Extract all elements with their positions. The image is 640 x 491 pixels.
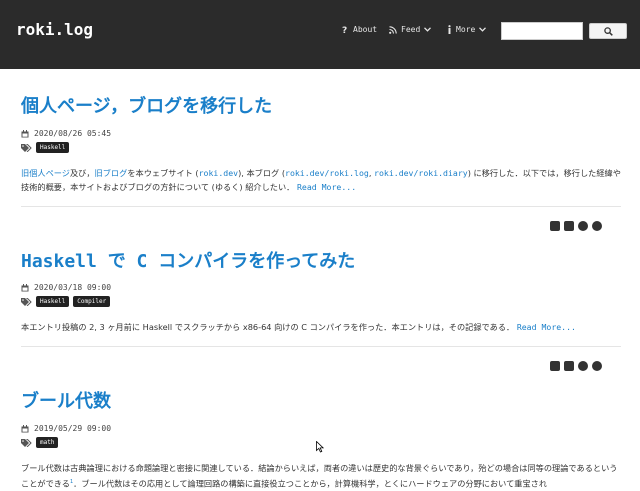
- search-button[interactable]: [589, 23, 627, 39]
- excerpt-link[interactable]: roki.dev/roki.log: [285, 168, 369, 178]
- post-date: 2019/05/29 09:00: [21, 424, 111, 433]
- info-icon: [448, 25, 451, 34]
- twitter-icon[interactable]: [550, 221, 560, 231]
- nav-more-label: More: [456, 25, 476, 34]
- share-buttons: [550, 361, 602, 371]
- nav-more[interactable]: More: [447, 25, 487, 34]
- nav-about[interactable]: ? About: [342, 25, 377, 34]
- search-icon: [603, 26, 613, 36]
- nav-feed[interactable]: Feed: [389, 25, 432, 34]
- post-title[interactable]: Haskell で C コンパイラを作ってみた: [21, 247, 355, 273]
- chevron-down-icon: [424, 27, 432, 32]
- chevron-down-icon: [479, 27, 487, 32]
- excerpt-link[interactable]: roki.dev: [199, 168, 238, 178]
- excerpt-text: 本エントリ投稿の 2, 3 ヶ月前に Haskell でスクラッチから x86-…: [21, 322, 515, 332]
- rss-icon: [389, 25, 397, 34]
- tags-icon: [21, 438, 32, 447]
- nav-feed-label: Feed: [401, 25, 421, 34]
- tag[interactable]: Haskell: [36, 296, 70, 307]
- post-tags: math: [21, 437, 59, 448]
- calendar-icon: [21, 424, 29, 432]
- post-date: 2020/03/18 09:00: [21, 283, 111, 292]
- calendar-icon: [21, 283, 29, 291]
- post-tags: Haskell: [21, 142, 70, 153]
- post-date: 2020/08/26 05:45: [21, 129, 111, 138]
- post-excerpt: ブール代数は古典論理における命題論理と密接に関連している．結論からいえば，両者の…: [21, 461, 621, 491]
- mouse-cursor-icon: [316, 441, 324, 453]
- tags-icon: [21, 297, 32, 306]
- post-divider: [21, 206, 621, 207]
- tag[interactable]: Compiler: [73, 296, 111, 307]
- excerpt-text: ), 本ブログ (: [238, 168, 286, 178]
- post-date-text: 2020/03/18 09:00: [34, 283, 112, 292]
- excerpt-text: ．ブール代数はその応用として論理回路の構築に直接役立つことから，計算機科学，とく…: [73, 478, 548, 489]
- calendar-icon: [21, 129, 29, 137]
- excerpt-text: を本ウェブサイト (: [127, 168, 199, 178]
- pocket-icon[interactable]: [592, 361, 602, 371]
- excerpt-link[interactable]: 旧個人ページ: [21, 168, 70, 178]
- share-buttons: [550, 221, 602, 231]
- excerpt-link[interactable]: roki.dev/roki.diary: [374, 168, 468, 178]
- post-tags: Haskell Compiler: [21, 296, 111, 307]
- post-date-text: 2020/08/26 05:45: [34, 129, 112, 138]
- post-title[interactable]: 個人ページ，ブログを移行した: [21, 92, 272, 118]
- facebook-icon[interactable]: [564, 221, 574, 231]
- svg-text:?: ?: [342, 26, 347, 34]
- post-excerpt: 本エントリ投稿の 2, 3 ヶ月前に Haskell でスクラッチから x86-…: [21, 320, 621, 334]
- question-icon: ?: [342, 26, 347, 34]
- navbar: roki.log ? About Feed More: [0, 0, 640, 69]
- pocket-icon[interactable]: [592, 221, 602, 231]
- excerpt-link[interactable]: 旧ブログ: [95, 168, 128, 178]
- line-icon[interactable]: [578, 221, 588, 231]
- tag[interactable]: Haskell: [36, 142, 70, 153]
- facebook-icon[interactable]: [564, 361, 574, 371]
- line-icon[interactable]: [578, 361, 588, 371]
- tag[interactable]: math: [36, 437, 59, 448]
- nav-about-label: About: [353, 25, 378, 34]
- post-excerpt: 旧個人ページ及び，旧ブログを本ウェブサイト (roki.dev), 本ブログ (…: [21, 166, 621, 194]
- post-divider: [21, 346, 621, 347]
- post-date-text: 2019/05/29 09:00: [34, 424, 112, 433]
- search-input[interactable]: [501, 22, 583, 40]
- read-more-link[interactable]: Read More...: [517, 322, 576, 332]
- twitter-icon[interactable]: [550, 361, 560, 371]
- post-title[interactable]: ブール代数: [21, 387, 111, 413]
- tags-icon: [21, 143, 32, 152]
- excerpt-text: 及び，: [69, 168, 95, 178]
- read-more-link[interactable]: Read More...: [297, 182, 356, 192]
- site-brand[interactable]: roki.log: [16, 20, 93, 39]
